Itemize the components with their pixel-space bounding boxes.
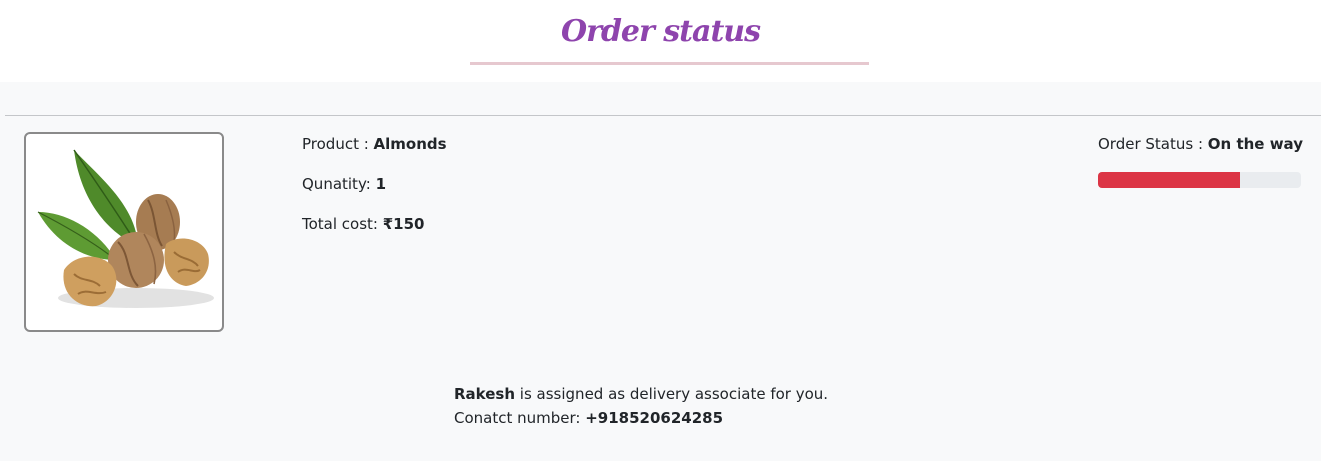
- order-status-value: On the way: [1207, 135, 1303, 153]
- header: Order status: [0, 0, 1321, 82]
- product-line: Product : Almonds: [302, 135, 447, 153]
- quantity-line: Qunatity: 1: [302, 175, 386, 193]
- total-cost-line: Total cost: ₹150: [302, 215, 425, 233]
- contact-number-label: Conatct number:: [454, 409, 586, 427]
- delivery-associate-name: Rakesh: [454, 385, 516, 403]
- quantity-value: 1: [375, 175, 386, 193]
- contact-number-line: Conatct number: +918520624285: [454, 409, 723, 427]
- page-title: Order status: [561, 14, 761, 49]
- order-progress-fill: [1098, 172, 1241, 188]
- quantity-label: Qunatity:: [302, 175, 376, 193]
- walnut-image-icon: [37, 149, 214, 308]
- divider: [5, 115, 1321, 116]
- order-progress-bar: [1098, 172, 1301, 188]
- title-underline: [470, 62, 869, 65]
- order-status-line: Order Status : On the way: [1098, 135, 1303, 153]
- total-cost-value: ₹150: [382, 215, 425, 233]
- product-image: [24, 132, 224, 332]
- total-cost-label: Total cost:: [302, 215, 383, 233]
- product-name: Almonds: [373, 135, 447, 153]
- delivery-associate-line: Rakesh is assigned as delivery associate…: [454, 385, 828, 403]
- delivery-associate-text: is assigned as delivery associate for yo…: [515, 385, 829, 403]
- contact-number-value: +918520624285: [585, 409, 724, 427]
- order-status-label: Order Status :: [1098, 135, 1208, 153]
- product-label: Product :: [302, 135, 374, 153]
